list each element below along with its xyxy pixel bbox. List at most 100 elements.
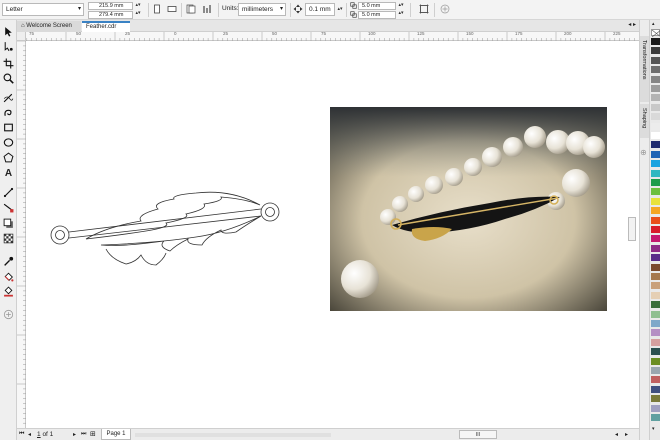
color-swatch[interactable] xyxy=(651,395,660,403)
color-swatch[interactable] xyxy=(651,310,660,318)
freehand-tool-icon[interactable] xyxy=(3,92,14,103)
color-swatch[interactable] xyxy=(651,197,660,205)
color-swatch[interactable] xyxy=(651,188,660,196)
color-swatch[interactable] xyxy=(651,404,660,412)
text-tool-icon[interactable]: A xyxy=(3,168,14,179)
scroll-right-icon[interactable]: ▸ xyxy=(625,431,628,438)
color-swatch[interactable] xyxy=(651,367,660,374)
ruler-origin[interactable] xyxy=(17,32,26,41)
width-spin-icon[interactable]: ▴▾ xyxy=(135,3,141,8)
color-swatch[interactable] xyxy=(651,85,660,92)
last-page-icon[interactable]: ⏭ xyxy=(81,431,86,438)
vertical-scrollbar-thumb[interactable] xyxy=(628,217,636,241)
tab-welcome-screen[interactable]: ⌂ Welcome Screen xyxy=(17,21,81,32)
color-swatch[interactable] xyxy=(651,150,660,158)
color-swatch[interactable] xyxy=(651,169,660,177)
color-swatch[interactable] xyxy=(651,103,660,111)
polygon-tool-icon[interactable] xyxy=(3,152,14,163)
drawing-canvas[interactable] xyxy=(26,41,639,428)
next-page-icon[interactable]: ▸ xyxy=(73,431,76,438)
duplicate-distance-y-field[interactable]: 5.0 mm xyxy=(358,11,396,19)
color-eyedropper-tool-icon[interactable] xyxy=(3,256,14,267)
no-color-swatch[interactable] xyxy=(651,29,660,38)
color-swatch[interactable] xyxy=(651,75,660,83)
ellipse-tool-icon[interactable] xyxy=(3,137,14,148)
color-swatch[interactable] xyxy=(651,38,660,45)
landscape-icon[interactable] xyxy=(167,4,177,14)
zoom-tool-icon[interactable] xyxy=(3,73,14,84)
color-swatch[interactable] xyxy=(651,160,660,168)
color-swatch[interactable] xyxy=(651,94,660,102)
paper-size-select[interactable]: Letter ▾ xyxy=(2,3,84,16)
color-swatch[interactable] xyxy=(651,113,660,121)
first-page-icon[interactable]: ⏮ xyxy=(19,431,24,438)
palette-scroll-down-icon[interactable]: ▾ xyxy=(652,426,655,432)
crop-tool-icon[interactable] xyxy=(3,58,14,69)
parallel-dimension-tool-icon[interactable] xyxy=(3,187,14,198)
add-tool-icon[interactable] xyxy=(3,309,14,320)
page-tab[interactable]: Page 1 xyxy=(101,429,131,440)
color-swatch[interactable] xyxy=(651,66,660,74)
color-swatch[interactable] xyxy=(651,56,660,64)
artistic-media-tool-icon[interactable] xyxy=(3,107,14,118)
nudge-spin-icon[interactable]: ▴▾ xyxy=(337,7,343,12)
color-swatch[interactable] xyxy=(651,273,660,280)
portrait-icon[interactable] xyxy=(152,4,162,14)
all-pages-icon[interactable] xyxy=(186,4,196,14)
current-page-icon[interactable] xyxy=(203,4,213,14)
vertical-ruler[interactable] xyxy=(17,41,26,428)
color-swatch[interactable] xyxy=(651,282,660,290)
units-select[interactable]: millimeters ▾ xyxy=(238,3,286,16)
horizontal-scrollbar-left[interactable] xyxy=(135,433,331,437)
shape-tool-icon[interactable] xyxy=(3,41,14,52)
height-spin-icon[interactable]: ▴▾ xyxy=(135,11,141,16)
color-swatch[interactable] xyxy=(651,357,660,365)
tab-scroll-icon[interactable]: ◂ ▸ xyxy=(628,21,636,28)
color-swatch[interactable] xyxy=(651,338,660,346)
color-swatch[interactable] xyxy=(651,179,660,186)
pearl-feather-bracelet-photo[interactable] xyxy=(330,107,607,311)
color-swatch[interactable] xyxy=(651,235,660,243)
add-options-icon[interactable] xyxy=(440,4,450,14)
add-docker-icon[interactable]: ⊕ xyxy=(640,148,647,157)
color-swatch[interactable] xyxy=(651,207,660,215)
dup-y-spin-icon[interactable]: ▴▾ xyxy=(398,11,404,16)
color-swatch[interactable] xyxy=(651,226,660,233)
color-swatch[interactable] xyxy=(651,141,660,149)
color-swatch[interactable] xyxy=(651,263,660,271)
color-swatch[interactable] xyxy=(651,254,660,262)
dup-x-spin-icon[interactable]: ▴▾ xyxy=(398,3,404,8)
interactive-fill-tool-icon[interactable] xyxy=(3,271,14,282)
color-swatch[interactable] xyxy=(651,122,660,130)
transparency-tool-icon[interactable] xyxy=(3,233,14,244)
horizontal-scrollbar-thumb[interactable]: III xyxy=(459,430,497,439)
color-swatch[interactable] xyxy=(651,291,660,299)
scroll-left-icon[interactable]: ◂ xyxy=(615,431,618,438)
nudge-distance-field[interactable]: 0.1 mm xyxy=(305,3,335,16)
color-swatch[interactable] xyxy=(651,301,660,309)
horizontal-ruler[interactable]: 75 50 25 0 25 50 75 100 125 150 175 200 … xyxy=(17,31,639,41)
page-height-field[interactable]: 279.4 mm xyxy=(88,11,133,19)
rectangle-tool-icon[interactable] xyxy=(3,122,14,133)
connector-tool-icon[interactable] xyxy=(3,202,14,213)
color-swatch[interactable] xyxy=(651,376,660,384)
color-swatch[interactable] xyxy=(651,385,660,393)
color-swatch[interactable] xyxy=(651,244,660,252)
docker-tab-transformations[interactable]: Transformations xyxy=(640,36,649,102)
color-swatch[interactable] xyxy=(651,329,660,337)
color-swatch[interactable] xyxy=(651,414,660,421)
feather-outline-drawing[interactable] xyxy=(46,187,316,277)
tab-feather-cdr[interactable]: Feather.cdr xyxy=(82,21,130,32)
color-swatch[interactable] xyxy=(651,216,660,224)
color-swatch[interactable] xyxy=(651,47,660,55)
color-swatch[interactable] xyxy=(651,132,660,139)
page-width-field[interactable]: 215.9 mm xyxy=(88,2,133,10)
pick-tool-icon[interactable] xyxy=(3,26,14,37)
docker-tab-shaping[interactable]: Shaping xyxy=(640,104,649,138)
color-swatch[interactable] xyxy=(651,348,660,356)
treat-as-filled-icon[interactable] xyxy=(419,4,429,14)
drop-shadow-tool-icon[interactable] xyxy=(3,218,14,229)
duplicate-distance-x-field[interactable]: 5.0 mm xyxy=(358,2,396,10)
color-swatch[interactable] xyxy=(651,320,660,327)
previous-page-icon[interactable]: ◂ xyxy=(28,431,31,438)
